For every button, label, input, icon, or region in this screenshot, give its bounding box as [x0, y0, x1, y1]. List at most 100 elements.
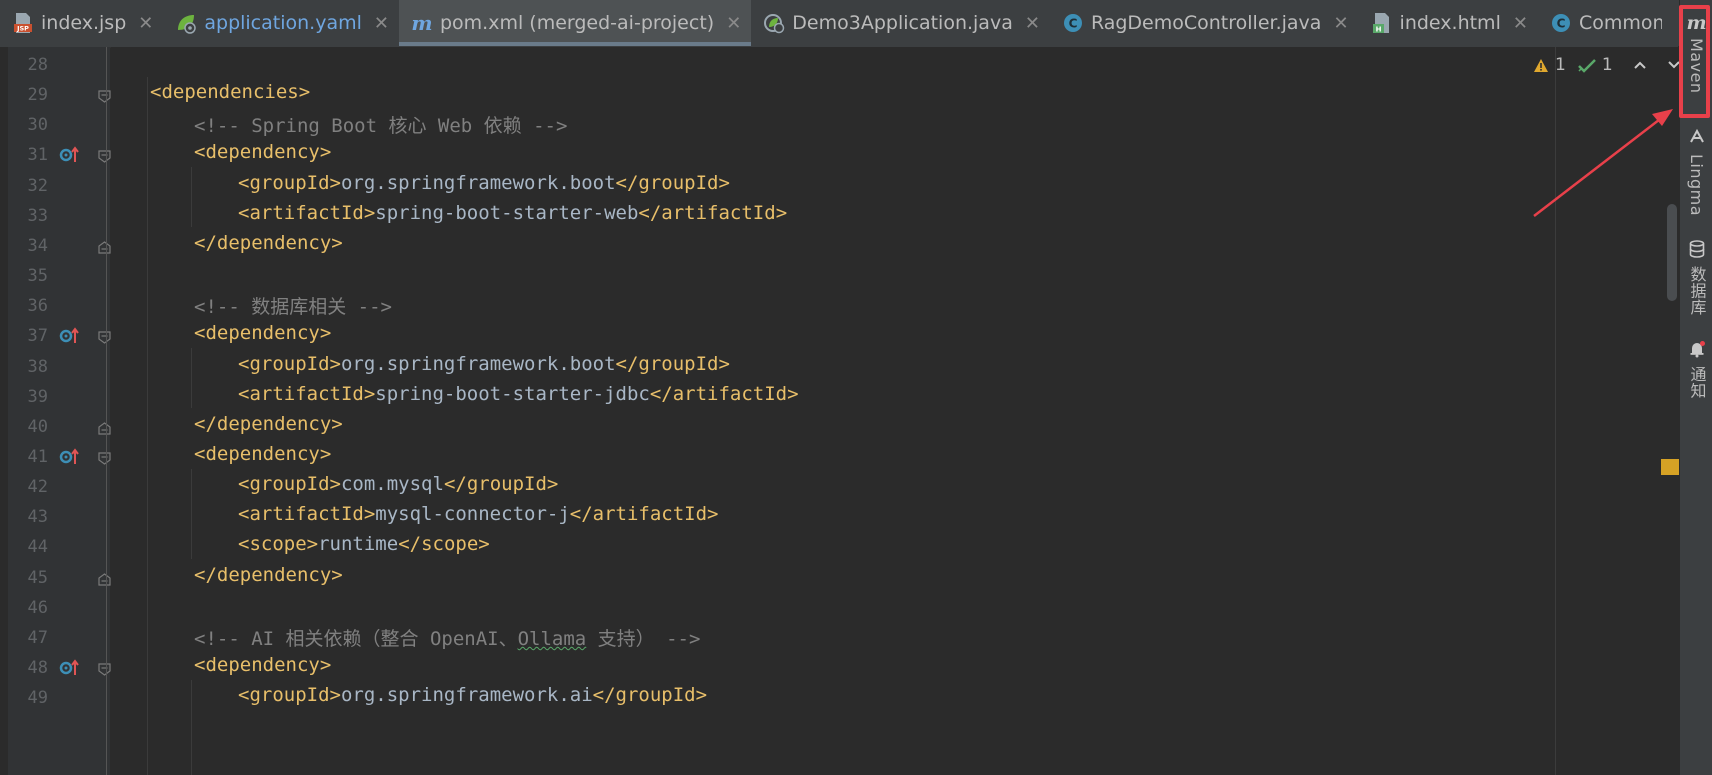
tab-close-icon[interactable]: ✕	[138, 13, 153, 34]
xml-bracket: </	[194, 231, 217, 254]
line-number[interactable]: 35	[8, 266, 48, 286]
xml-tag-name: groupId	[249, 684, 330, 707]
line-number[interactable]: 47	[8, 628, 48, 648]
lingma-tool-button[interactable]: Lingma	[1680, 128, 1712, 216]
xml-bracket: >	[546, 473, 559, 496]
tab-close-icon[interactable]: ✕	[726, 13, 741, 34]
fold-end-icon[interactable]	[98, 571, 111, 586]
line-number[interactable]: 37	[8, 326, 48, 346]
line-number[interactable]: 38	[8, 357, 48, 377]
xml-bracket: >	[363, 201, 376, 224]
vertical-scrollbar-thumb[interactable]	[1667, 204, 1677, 301]
gutter-left-edge	[0, 47, 8, 775]
xml-comment: <!-- Spring Boot 核心 Web 依赖 -->	[194, 115, 568, 138]
code-line[interactable]: <!-- AI 相关依赖（整合 OpenAI、Ollama 支持） -->	[194, 624, 700, 651]
xml-tag-name: groupId	[615, 684, 696, 707]
xml-bracket: >	[707, 503, 719, 526]
line-number[interactable]: 34	[8, 236, 48, 256]
xml-text-value: spring-boot-starter-jdbc	[375, 382, 650, 405]
xml-tag-name: artifactId	[672, 382, 788, 405]
line-number[interactable]: 45	[8, 568, 48, 588]
fold-end-icon[interactable]	[98, 239, 111, 254]
code-line[interactable]: </dependency>	[194, 564, 343, 586]
fold-end-icon[interactable]	[98, 420, 111, 435]
line-number[interactable]: 48	[8, 658, 48, 678]
code-line[interactable]: <groupId>org.springframework.ai</groupId…	[238, 684, 707, 706]
tab-index-jsp[interactable]: JSP index.jsp ✕	[0, 0, 163, 46]
tab-close-icon[interactable]: ✕	[1025, 13, 1040, 34]
code-line[interactable]: <!-- 数据库相关 -->	[194, 292, 392, 319]
tab-commonconf[interactable]: CCommonConf	[1538, 0, 1678, 46]
tab-label: application.yaml	[204, 12, 362, 34]
code-line[interactable]: <scope>runtime</scope>	[238, 533, 490, 555]
warning-stripe-marker[interactable]	[1661, 459, 1679, 475]
code-line[interactable]: <groupId>org.springframework.boot</group…	[238, 172, 730, 194]
code-line[interactable]: <dependencies>	[150, 81, 310, 103]
code-line[interactable]: <artifactId>mysql-connector-j</artifactI…	[238, 503, 719, 525]
code-editor[interactable]: <dependencies> <!-- Spring Boot 核心 Web 依赖…	[111, 47, 1678, 775]
database-tool-button[interactable]: 数据库	[1680, 240, 1712, 316]
tab-application-yaml[interactable]: application.yaml ✕	[163, 0, 399, 46]
line-number[interactable]: 30	[8, 115, 48, 135]
tab-pom-xml[interactable]: m pom.xml (merged-ai-project) ✕	[398, 0, 752, 46]
previous-highlight-chevron-icon[interactable]	[1633, 60, 1647, 70]
dependency-update-gutter-icon[interactable]	[59, 446, 81, 468]
line-number[interactable]: 28	[8, 55, 48, 75]
notifications-tool-button[interactable]: 通知	[1680, 340, 1712, 399]
line-number[interactable]: 44	[8, 537, 48, 557]
dependency-update-gutter-icon[interactable]	[59, 325, 81, 347]
line-number[interactable]: 40	[8, 417, 48, 437]
xml-bracket: </	[615, 352, 639, 375]
line-number[interactable]: 33	[8, 206, 48, 226]
code-line[interactable]: </dependency>	[194, 413, 343, 435]
line-number[interactable]: 39	[8, 387, 48, 407]
line-number[interactable]: 49	[8, 688, 48, 708]
line-number[interactable]: 31	[8, 145, 48, 165]
xml-text-value: org.springframework.boot	[340, 171, 616, 194]
xml-bracket: >	[319, 322, 332, 345]
xml-bracket: </	[615, 171, 639, 194]
line-number[interactable]: 29	[8, 85, 48, 105]
svg-text:JSP: JSP	[16, 25, 29, 33]
line-number[interactable]: 42	[8, 477, 48, 497]
line-number[interactable]: 46	[8, 598, 48, 618]
tab-close-icon[interactable]: ✕	[1513, 13, 1528, 34]
xml-bracket: <	[238, 684, 250, 707]
dependency-update-gutter-icon[interactable]	[59, 144, 81, 166]
tab-ragdemocontroller-java[interactable]: C RagDemoController.java ✕	[1050, 0, 1359, 46]
fold-collapse-icon[interactable]	[98, 661, 111, 676]
indent-guide	[191, 348, 192, 408]
fold-collapse-icon[interactable]	[98, 329, 111, 345]
tab-close-icon[interactable]: ✕	[374, 13, 389, 34]
line-number[interactable]: 36	[8, 296, 48, 316]
code-line[interactable]: <dependency>	[194, 141, 331, 163]
code-line[interactable]: </dependency>	[194, 232, 343, 254]
code-line[interactable]: <dependency>	[194, 654, 331, 676]
line-number[interactable]: 32	[8, 176, 48, 196]
tab-demo3application-java[interactable]: Demo3Application.java ✕	[751, 0, 1050, 46]
fold-collapse-icon[interactable]	[98, 148, 111, 164]
code-line[interactable]: <dependency>	[194, 322, 331, 344]
code-line[interactable]: <dependency>	[194, 443, 331, 465]
code-line[interactable]: <!-- Spring Boot 核心 Web 依赖 -->	[194, 111, 567, 138]
ok-count: 1	[1601, 55, 1613, 75]
xml-tag-name: scope	[421, 533, 479, 556]
xml-text-value: mysql-connector-j	[375, 503, 570, 526]
code-line[interactable]: <artifactId>spring-boot-starter-web</art…	[238, 202, 787, 224]
xml-bracket: >	[718, 352, 730, 375]
fold-collapse-icon[interactable]	[98, 450, 111, 465]
xml-bracket: <	[238, 382, 250, 405]
tab-index-html[interactable]: Hindex.html ✕	[1359, 0, 1538, 46]
xml-bracket: >	[331, 412, 343, 435]
code-line[interactable]: <artifactId>spring-boot-starter-jdbc</ar…	[238, 383, 799, 405]
maven-m-icon: m	[411, 11, 433, 35]
line-number[interactable]: 43	[8, 507, 48, 527]
line-number[interactable]: 41	[8, 447, 48, 467]
code-line[interactable]: <groupId>org.springframework.boot</group…	[238, 353, 730, 375]
inspection-widget[interactable]: 1 1	[1533, 55, 1681, 75]
fold-collapse-icon[interactable]	[98, 88, 111, 103]
code-line[interactable]: <groupId>com.mysql</groupId>	[238, 473, 558, 495]
tab-label: index.jsp	[41, 12, 127, 34]
tab-close-icon[interactable]: ✕	[1333, 13, 1348, 34]
dependency-update-gutter-icon[interactable]	[59, 657, 81, 679]
